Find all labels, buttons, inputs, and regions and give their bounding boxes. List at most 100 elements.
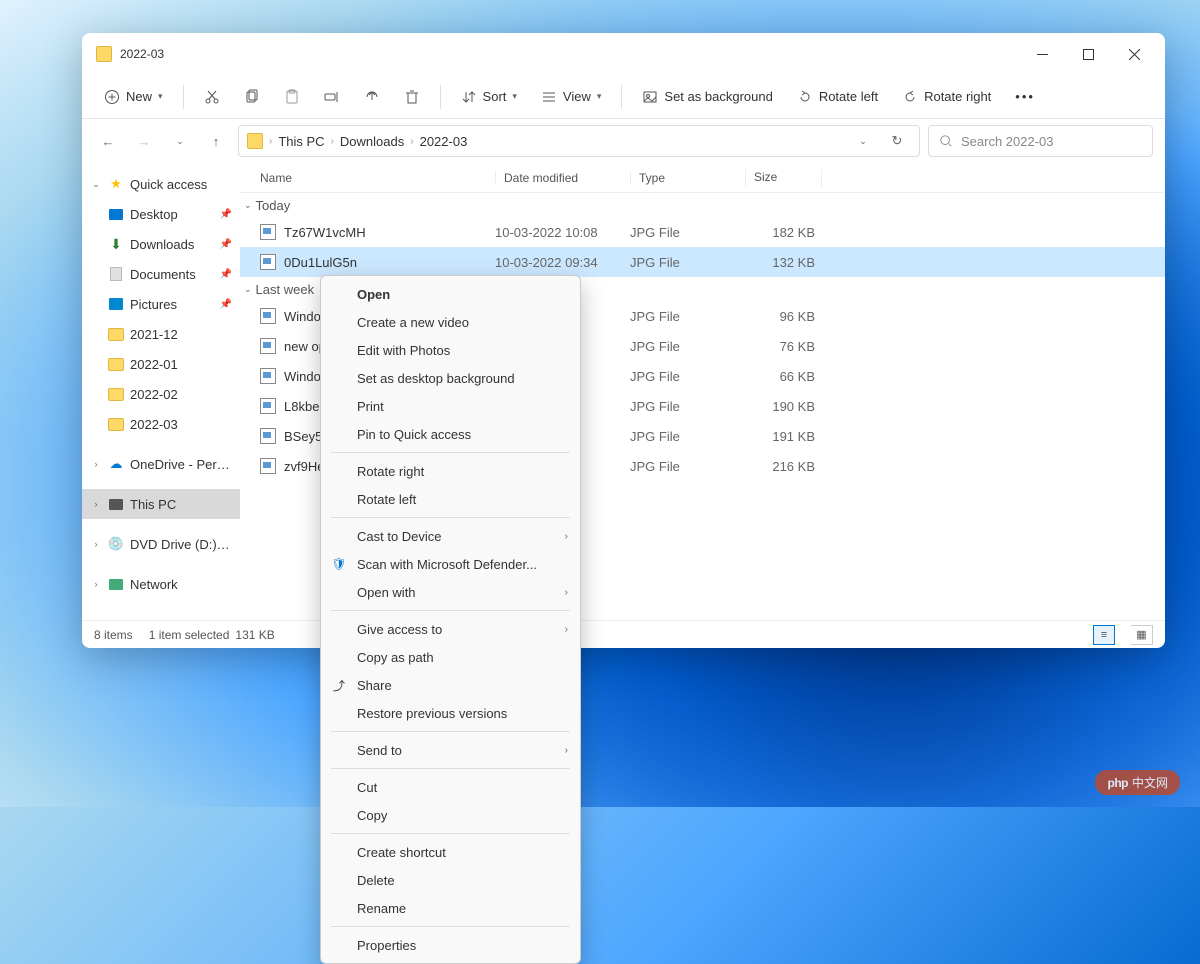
sort-label: Sort	[483, 89, 507, 104]
back-button[interactable]: ←	[94, 127, 122, 155]
menu-new-video[interactable]: Create a new video	[321, 308, 580, 336]
folder-icon	[108, 356, 124, 372]
sidebar-this-pc[interactable]: ›This PC	[82, 489, 240, 519]
pc-icon	[108, 496, 124, 512]
folder-icon	[247, 133, 263, 149]
file-row[interactable]: 0Du1LulG5n10-03-2022 09:34JPG File132 KB	[240, 247, 1165, 277]
minimize-button[interactable]	[1019, 38, 1065, 70]
status-size: 131 KB	[235, 628, 274, 642]
sidebar-quick-access[interactable]: ⌄★Quick access	[82, 169, 240, 199]
rotate-left-icon	[797, 89, 813, 105]
menu-send-to[interactable]: Send to›	[321, 736, 580, 764]
rename-button[interactable]	[314, 83, 350, 111]
folder-icon	[108, 386, 124, 402]
forward-button[interactable]: →	[130, 127, 158, 155]
folder-icon	[108, 416, 124, 432]
pin-icon: 📌	[220, 209, 232, 220]
titlebar[interactable]: 2022-03	[82, 33, 1165, 75]
cut-icon	[204, 89, 220, 105]
menu-properties[interactable]: Properties	[321, 931, 580, 959]
menu-give-access[interactable]: Give access to›	[321, 615, 580, 643]
menu-rename[interactable]: Rename	[321, 894, 580, 922]
menu-rotate-left[interactable]: Rotate left	[321, 485, 580, 513]
file-row[interactable]: Tz67W1vcMH10-03-2022 10:08JPG File182 KB	[240, 217, 1165, 247]
col-type[interactable]: Type	[630, 171, 745, 185]
recent-button[interactable]: ⌄	[166, 127, 194, 155]
chevron-down-icon: ⌄	[244, 200, 252, 211]
column-headers[interactable]: Name Date modified Type Size	[240, 163, 1165, 193]
breadcrumb-downloads[interactable]: Downloads	[340, 134, 404, 149]
rotate-right-button[interactable]: Rotate right	[892, 83, 1001, 111]
sidebar-pictures[interactable]: Pictures📌	[82, 289, 240, 319]
sidebar-desktop[interactable]: Desktop📌	[82, 199, 240, 229]
address-bar: › This PC › Downloads › 2022-03 ⌄ ↻	[238, 125, 920, 157]
sidebar-folder-2022-02[interactable]: 2022-02	[82, 379, 240, 409]
view-label: View	[563, 89, 591, 104]
jpg-icon	[260, 428, 276, 444]
breadcrumb-current[interactable]: 2022-03	[420, 134, 468, 149]
refresh-button[interactable]: ↻	[883, 127, 911, 155]
sidebar-documents[interactable]: Documents📌	[82, 259, 240, 289]
search-input[interactable]: Search 2022-03	[928, 125, 1153, 157]
col-date[interactable]: Date modified	[495, 171, 630, 185]
cut-button[interactable]	[194, 83, 230, 111]
sort-button[interactable]: Sort ▾	[451, 83, 527, 111]
menu-restore[interactable]: Restore previous versions	[321, 699, 580, 727]
file-explorer-window: 2022-03 New ▾ Sort ▾ View ▾	[82, 33, 1165, 648]
menu-shortcut[interactable]: Create shortcut	[321, 838, 580, 866]
status-count: 8 items	[94, 628, 133, 642]
chevron-down-icon: ▾	[512, 91, 517, 102]
rotate-left-button[interactable]: Rotate left	[787, 83, 888, 111]
menu-open-with[interactable]: Open with›	[321, 578, 580, 606]
up-button[interactable]: ↑	[202, 127, 230, 155]
new-button[interactable]: New ▾	[94, 83, 173, 111]
sidebar-network[interactable]: ›Network	[82, 569, 240, 599]
details-view-button[interactable]: ≡	[1093, 625, 1115, 645]
pin-icon: 📌	[220, 269, 232, 280]
chevron-right-icon: ›	[269, 136, 272, 147]
menu-open[interactable]: Open	[321, 280, 580, 308]
col-name[interactable]: Name	[260, 171, 495, 185]
folder-icon	[108, 326, 124, 342]
sidebar-downloads[interactable]: ⬇Downloads📌	[82, 229, 240, 259]
col-size[interactable]: Size	[745, 169, 825, 187]
chevron-right-icon: ›	[90, 499, 102, 509]
address-dropdown[interactable]: ⌄	[849, 127, 877, 155]
sidebar-onedrive[interactable]: ›☁OneDrive - Personal	[82, 449, 240, 479]
menu-scan-defender[interactable]: 🛡Scan with Microsoft Defender...	[321, 550, 580, 578]
chevron-down-icon: ⌄	[244, 284, 252, 295]
sidebar-folder-2022-03[interactable]: 2022-03	[82, 409, 240, 439]
group-today[interactable]: ⌄Today	[240, 193, 1165, 217]
set-background-button[interactable]: Set as background	[632, 83, 782, 111]
menu-cut[interactable]: Cut	[321, 773, 580, 801]
watermark-logo: php	[1107, 776, 1128, 790]
menu-copy[interactable]: Copy	[321, 801, 580, 829]
star-icon: ★	[108, 176, 124, 192]
menu-edit-photos[interactable]: Edit with Photos	[321, 336, 580, 364]
search-icon	[939, 134, 953, 148]
delete-button[interactable]	[394, 83, 430, 111]
divider	[621, 85, 622, 109]
menu-copy-path[interactable]: Copy as path	[321, 643, 580, 671]
menu-cast[interactable]: Cast to Device›	[321, 522, 580, 550]
menu-set-background[interactable]: Set as desktop background	[321, 364, 580, 392]
maximize-button[interactable]	[1065, 38, 1111, 70]
menu-share[interactable]: ⤴Share	[321, 671, 580, 699]
copy-button[interactable]	[234, 83, 270, 111]
menu-delete[interactable]: Delete	[321, 866, 580, 894]
view-button[interactable]: View ▾	[531, 83, 611, 111]
sidebar-folder-2021-12[interactable]: 2021-12	[82, 319, 240, 349]
menu-pin-qa[interactable]: Pin to Quick access	[321, 420, 580, 448]
menu-rotate-right[interactable]: Rotate right	[321, 457, 580, 485]
cloud-icon: ☁	[108, 456, 124, 472]
close-button[interactable]	[1111, 38, 1157, 70]
sidebar-dvd[interactable]: ›💿DVD Drive (D:) CCC(	[82, 529, 240, 559]
more-button[interactable]: •••	[1005, 83, 1045, 110]
paste-button[interactable]	[274, 83, 310, 111]
thumbnails-view-button[interactable]: ▦	[1131, 625, 1153, 645]
share-button[interactable]	[354, 83, 390, 111]
breadcrumb-root[interactable]: This PC	[278, 134, 324, 149]
rename-icon	[324, 89, 340, 105]
sidebar-folder-2022-01[interactable]: 2022-01	[82, 349, 240, 379]
menu-print[interactable]: Print	[321, 392, 580, 420]
